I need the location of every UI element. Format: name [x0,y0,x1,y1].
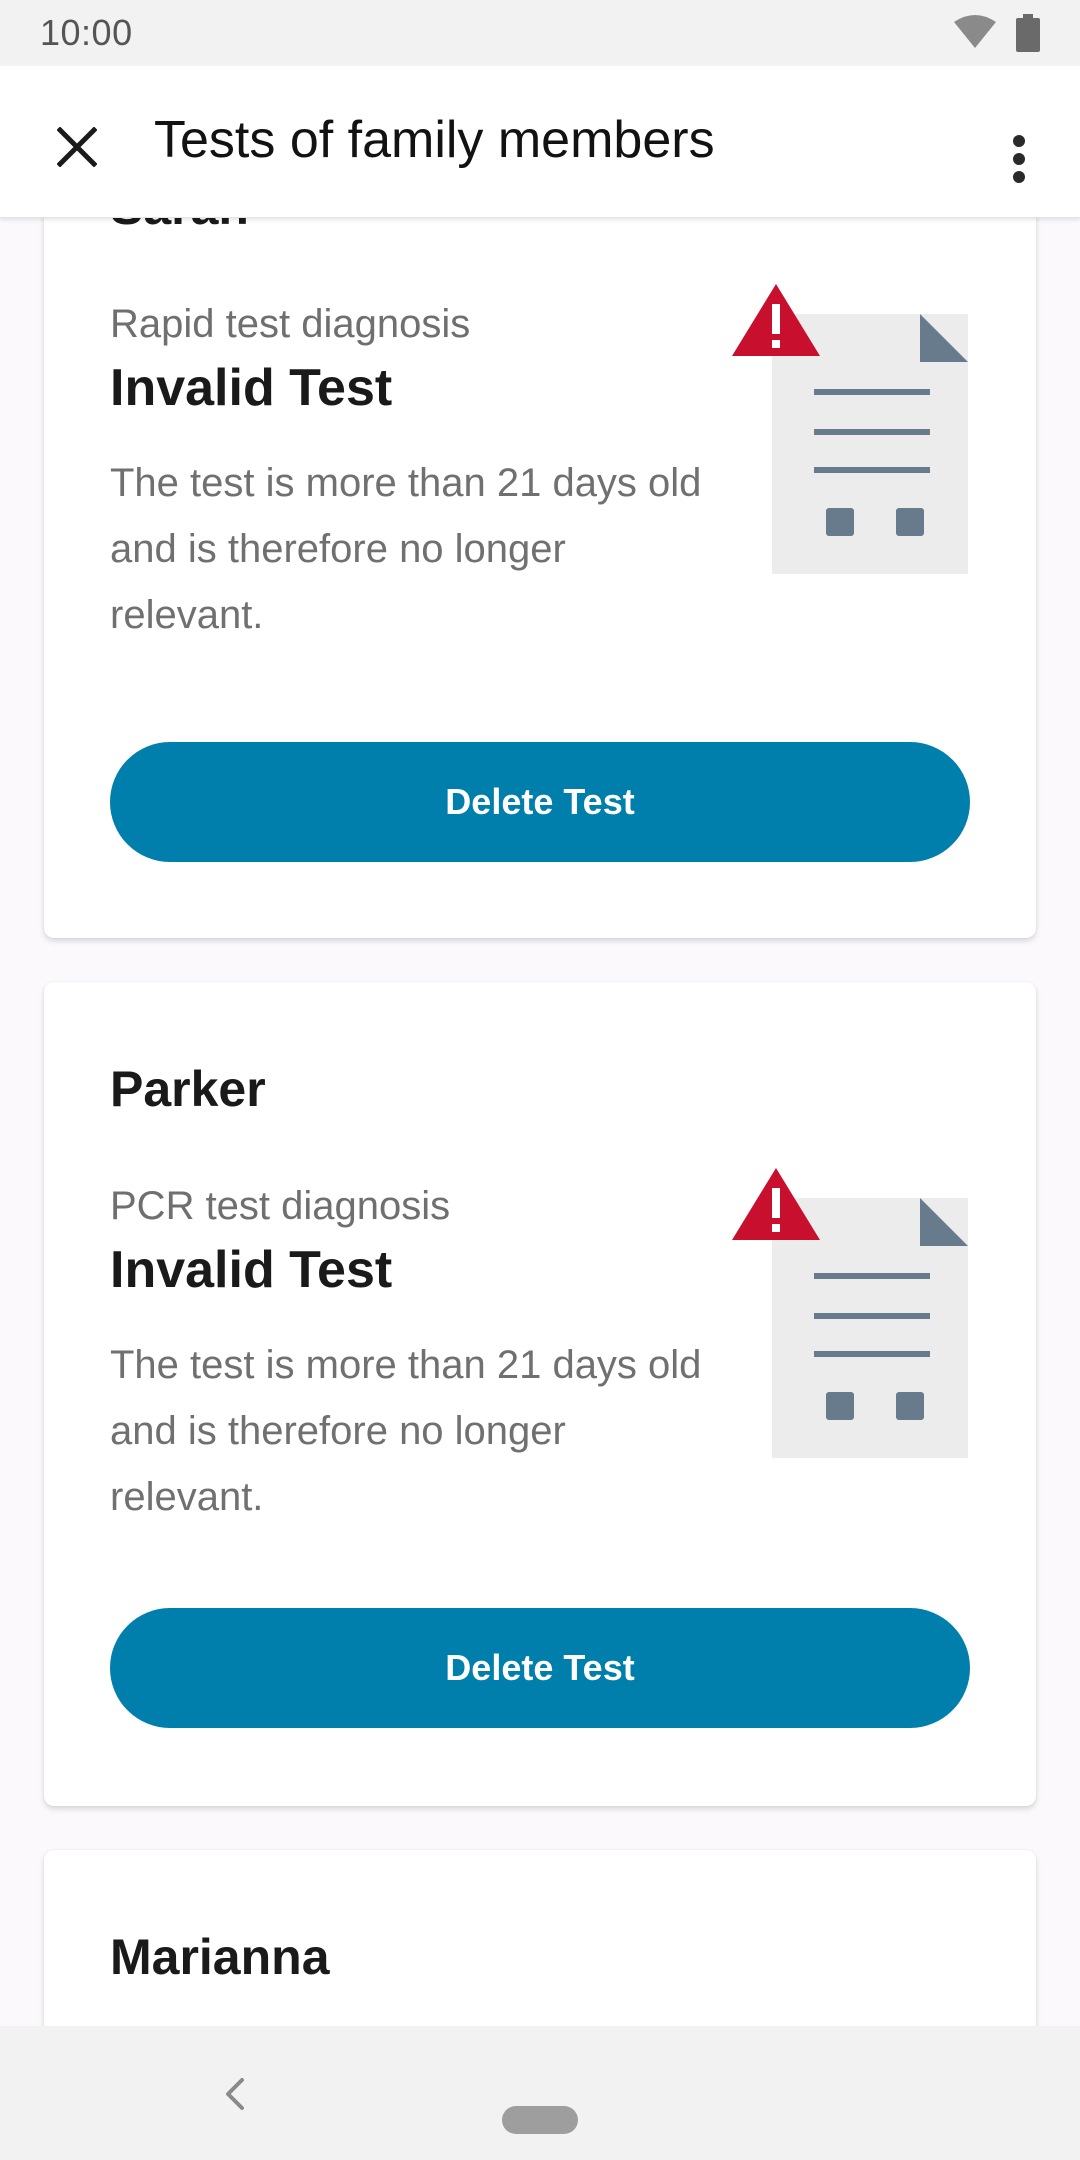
person-name: Parker [110,1061,266,1117]
overflow-menu-button[interactable] [994,116,1044,202]
delete-test-button[interactable]: Delete Test [110,742,970,862]
app-bar: Tests of family members [0,66,1080,218]
test-type: Rapid test diagnosis [110,302,471,346]
close-icon [57,127,97,167]
delete-test-button[interactable]: Delete Test [110,1608,970,1728]
person-name: Sarah [110,218,249,236]
battery-icon [1016,14,1040,52]
person-name: Marianna [110,1929,330,1985]
test-card: Marianna [44,1850,1036,2026]
page-title: Tests of family members [154,111,715,169]
close-button[interactable] [40,110,114,184]
family-tests-list[interactable]: Sarah Rapid test diagnosis Invalid Test … [0,218,1080,2026]
wifi-icon [954,15,996,48]
test-description: The test is more than 21 days old and is… [110,1343,702,1519]
status-time: 10:00 [40,12,133,53]
test-card: Sarah Rapid test diagnosis Invalid Test … [44,218,1036,938]
system-nav-bar [0,2026,1080,2160]
test-card: Parker PCR test diagnosis Invalid Test T… [44,982,1036,1806]
status-bar: 10:00 [0,0,1080,66]
test-type: PCR test diagnosis [110,1184,451,1228]
home-button[interactable] [502,2106,578,2134]
test-result: Invalid Test [110,1241,393,1299]
back-icon[interactable] [218,2074,254,2114]
more-vert-icon [1013,135,1025,183]
document-icon [732,1168,968,1458]
test-result: Invalid Test [110,359,393,417]
document-icon [732,284,968,574]
test-description: The test is more than 21 days old and is… [110,461,702,637]
